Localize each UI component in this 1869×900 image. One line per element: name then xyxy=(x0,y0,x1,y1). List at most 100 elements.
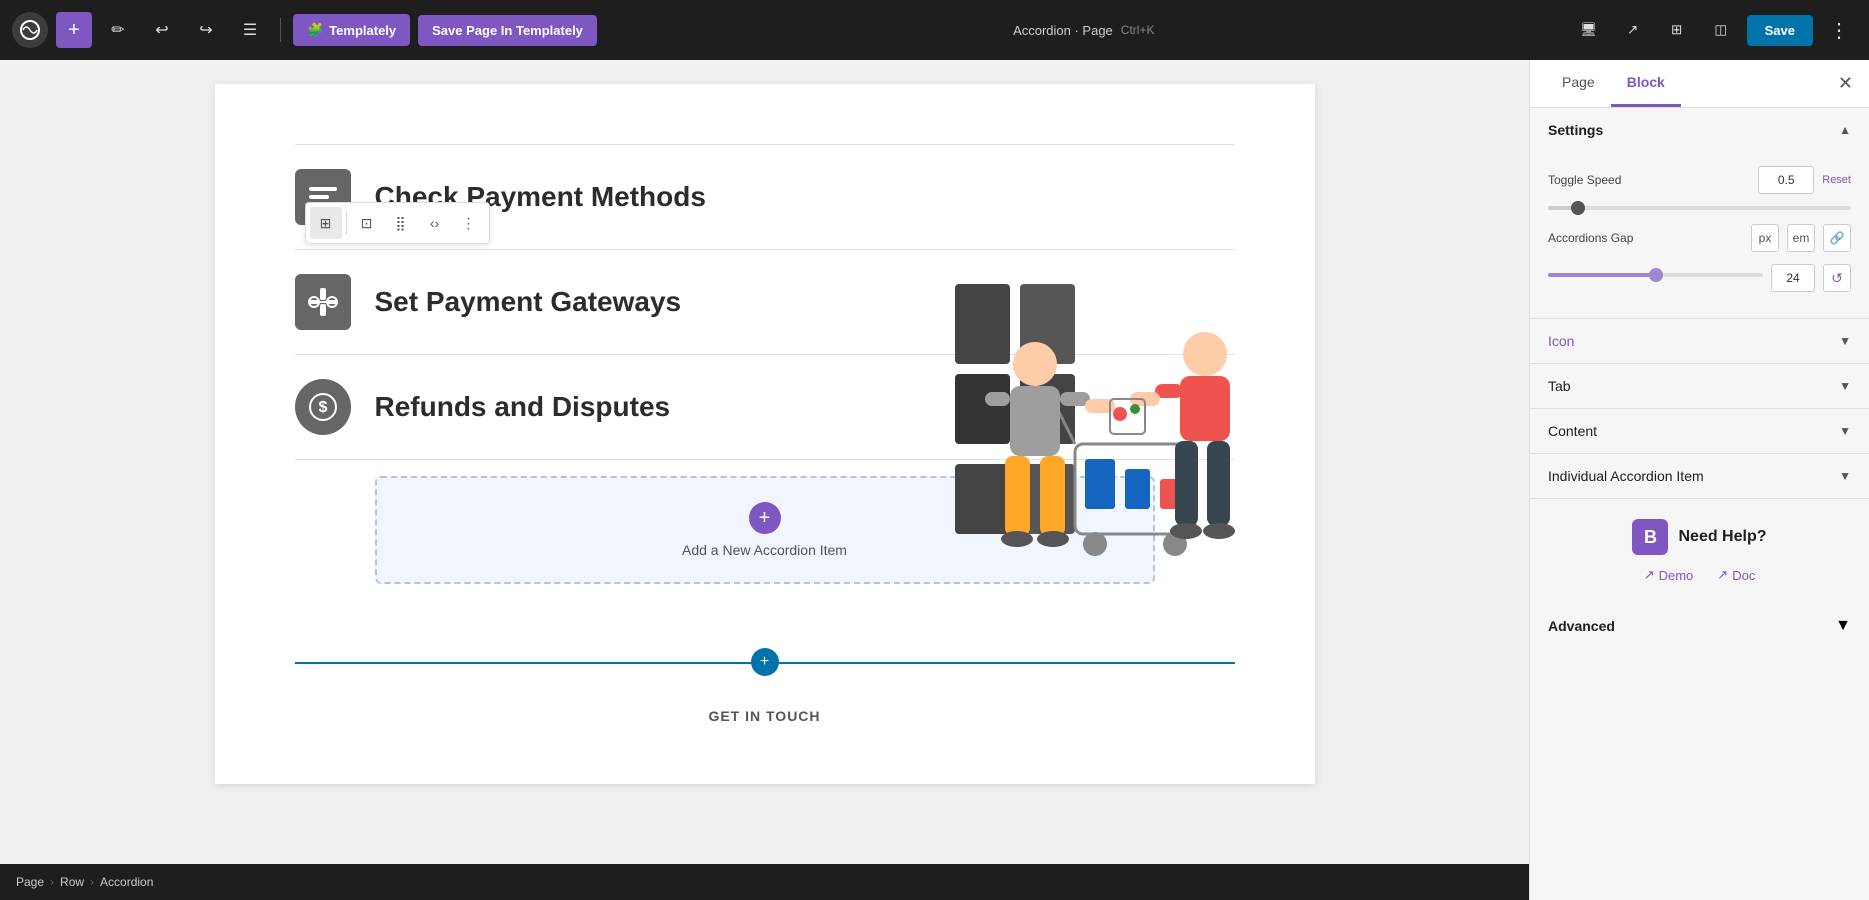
breadcrumb: Page › Row › Accordion xyxy=(0,864,1529,900)
tab-block[interactable]: Block xyxy=(1611,60,1681,107)
editor-canvas: ⊞ ⊡ ⣿ ‹› ⋮ Check Payment Methods xyxy=(215,84,1315,784)
toggle-speed-label: Toggle Speed xyxy=(1548,173,1750,187)
doc-link[interactable]: ↗ Doc xyxy=(1717,567,1755,583)
toolbar-center: Accordion · Page Ctrl+K xyxy=(605,23,1563,38)
templately-label: Templately xyxy=(329,23,396,38)
breadcrumb-sep-1: › xyxy=(50,875,54,889)
breadcrumb-sep-2: › xyxy=(90,875,94,889)
get-in-touch-text: GET IN TOUCH xyxy=(215,684,1315,748)
main-layout: ⊞ ⊡ ⣿ ‹› ⋮ Check Payment Methods xyxy=(0,60,1869,900)
accordions-gap-value-row: 24 ↺ xyxy=(1548,264,1851,292)
gap-unit-link[interactable]: 🔗 xyxy=(1823,224,1851,252)
more-options-icon[interactable]: ⋮ xyxy=(1821,14,1857,47)
toolbar-separator xyxy=(280,18,281,42)
save-in-templately-button[interactable]: Save Page In Templately xyxy=(418,15,597,46)
toggle-speed-reset[interactable]: Reset xyxy=(1822,174,1851,186)
settings-section-content: Toggle Speed 0.5 Reset Accordions Gap px… xyxy=(1530,152,1869,318)
sidebar-tabs: Page Block ✕ xyxy=(1530,60,1869,108)
advanced-chevron-icon: ▼ xyxy=(1835,617,1851,635)
templately-button[interactable]: 🧩 Templately xyxy=(293,14,410,46)
more-block-options[interactable]: ⋮ xyxy=(453,207,485,239)
tab-label: Tab xyxy=(1548,378,1571,394)
gap-unit-em[interactable]: em xyxy=(1787,224,1815,252)
save-button[interactable]: Save xyxy=(1747,15,1813,46)
slider-thumb[interactable] xyxy=(1571,201,1585,215)
breadcrumb-page[interactable]: Page xyxy=(16,875,44,889)
insert-block-button[interactable]: + xyxy=(751,648,779,676)
illustration xyxy=(895,244,1275,604)
block-type-button[interactable]: ⊞ xyxy=(310,207,342,239)
tab-page[interactable]: Page xyxy=(1546,60,1611,107)
sidebar-toggle-icon[interactable]: ◫ xyxy=(1703,12,1739,48)
navigate-arrows[interactable]: ‹› xyxy=(419,207,451,239)
save-in-templately-label: Save Page In Templately xyxy=(432,23,583,38)
accordion-title-3: Refunds and Disputes xyxy=(375,391,671,423)
editor-area: ⊞ ⊡ ⣿ ‹› ⋮ Check Payment Methods xyxy=(0,60,1529,900)
wp-logo[interactable] xyxy=(12,12,48,48)
advanced-label: Advanced xyxy=(1548,618,1615,634)
settings-section: Settings ▲ Toggle Speed 0.5 Reset Accord… xyxy=(1530,108,1869,319)
block-icon-button[interactable]: ⊡ xyxy=(351,207,383,239)
need-help-top: B Need Help? xyxy=(1632,519,1766,555)
external-link-icon[interactable]: ↗ xyxy=(1615,12,1651,48)
gap-slider-thumb[interactable] xyxy=(1649,268,1663,282)
gap-unit-px[interactable]: px xyxy=(1751,224,1779,252)
gap-refresh-icon[interactable]: ↺ xyxy=(1823,264,1851,292)
add-block-button[interactable]: + xyxy=(56,12,92,48)
accordions-gap-slider[interactable] xyxy=(1548,273,1763,277)
add-accordion-label: Add a New Accordion Item xyxy=(682,542,847,558)
icon-label: Icon xyxy=(1548,333,1574,349)
need-help-section: B Need Help? ↗ Demo ↗ Doc xyxy=(1530,499,1869,603)
need-help-icon: B xyxy=(1632,519,1668,555)
settings-section-header[interactable]: Settings ▲ xyxy=(1530,108,1869,152)
breadcrumb-row[interactable]: Row xyxy=(60,875,84,889)
individual-accordion-label: Individual Accordion Item xyxy=(1548,468,1704,484)
content-chevron-icon: ▼ xyxy=(1839,424,1851,438)
accordion-icon-3: $ xyxy=(295,379,351,435)
advanced-section[interactable]: Advanced ▼ xyxy=(1530,603,1869,649)
svg-text:$: $ xyxy=(318,399,327,416)
drag-handle[interactable]: ⣿ xyxy=(385,207,417,239)
demo-label: Demo xyxy=(1659,568,1694,583)
desktop-view-icon[interactable]: 🖥 xyxy=(1571,12,1607,48)
gap-value-box[interactable]: 24 xyxy=(1771,264,1815,292)
demo-link[interactable]: ↗ Demo xyxy=(1644,567,1694,583)
block-toolbar: ⊞ ⊡ ⣿ ‹› ⋮ xyxy=(305,202,490,244)
icon-chevron-icon: ▼ xyxy=(1839,334,1851,348)
individual-accordion-chevron-icon: ▼ xyxy=(1839,469,1851,483)
accordion-title-2: Set Payment Gateways xyxy=(375,286,682,318)
details-icon[interactable]: ☰ xyxy=(232,12,268,48)
content-label: Content xyxy=(1548,423,1597,439)
toggle-speed-value[interactable]: 0.5 xyxy=(1758,166,1814,194)
doc-label: Doc xyxy=(1732,568,1755,583)
tab-section[interactable]: Tab ▼ xyxy=(1530,364,1869,409)
undo-button[interactable]: ↩ xyxy=(144,12,180,48)
bottom-inserter: + xyxy=(215,640,1315,684)
sidebar-close-button[interactable]: ✕ xyxy=(1838,73,1853,94)
toolbar-right: 🖥 ↗ ⊞ ◫ Save ⋮ xyxy=(1571,12,1857,48)
demo-icon: ↗ xyxy=(1644,567,1655,583)
breadcrumb-accordion[interactable]: Accordion xyxy=(100,875,153,889)
tools-icon[interactable]: ✏ xyxy=(100,12,136,48)
page-name: Accordion · Page Ctrl+K xyxy=(1013,23,1154,38)
accordions-gap-row: Accordions Gap px em 🔗 xyxy=(1548,224,1851,252)
icon-section[interactable]: Icon ▼ xyxy=(1530,319,1869,364)
redo-button[interactable]: ↪ xyxy=(188,12,224,48)
toggle-speed-row: Toggle Speed 0.5 Reset xyxy=(1548,166,1851,194)
block-manager-icon[interactable]: ⊞ xyxy=(1659,12,1695,48)
main-toolbar: + ✏ ↩ ↪ ☰ 🧩 Templately Save Page In Temp… xyxy=(0,0,1869,60)
content-section[interactable]: Content ▼ xyxy=(1530,409,1869,454)
gap-slider-fill xyxy=(1548,273,1656,277)
need-help-links: ↗ Demo ↗ Doc xyxy=(1644,567,1756,583)
need-help-title: Need Help? xyxy=(1678,528,1766,546)
templately-icon: 🧩 xyxy=(307,22,323,38)
tab-chevron-icon: ▼ xyxy=(1839,379,1851,393)
doc-icon: ↗ xyxy=(1717,567,1728,583)
accordions-gap-label: Accordions Gap xyxy=(1548,231,1743,245)
settings-chevron-icon: ▲ xyxy=(1839,123,1851,137)
toggle-speed-slider[interactable] xyxy=(1548,206,1851,210)
right-sidebar: Page Block ✕ Settings ▲ Toggle Speed 0.5… xyxy=(1529,60,1869,900)
accordion-icon-2 xyxy=(295,274,351,330)
individual-accordion-section[interactable]: Individual Accordion Item ▼ xyxy=(1530,454,1869,499)
settings-title: Settings xyxy=(1548,122,1603,138)
